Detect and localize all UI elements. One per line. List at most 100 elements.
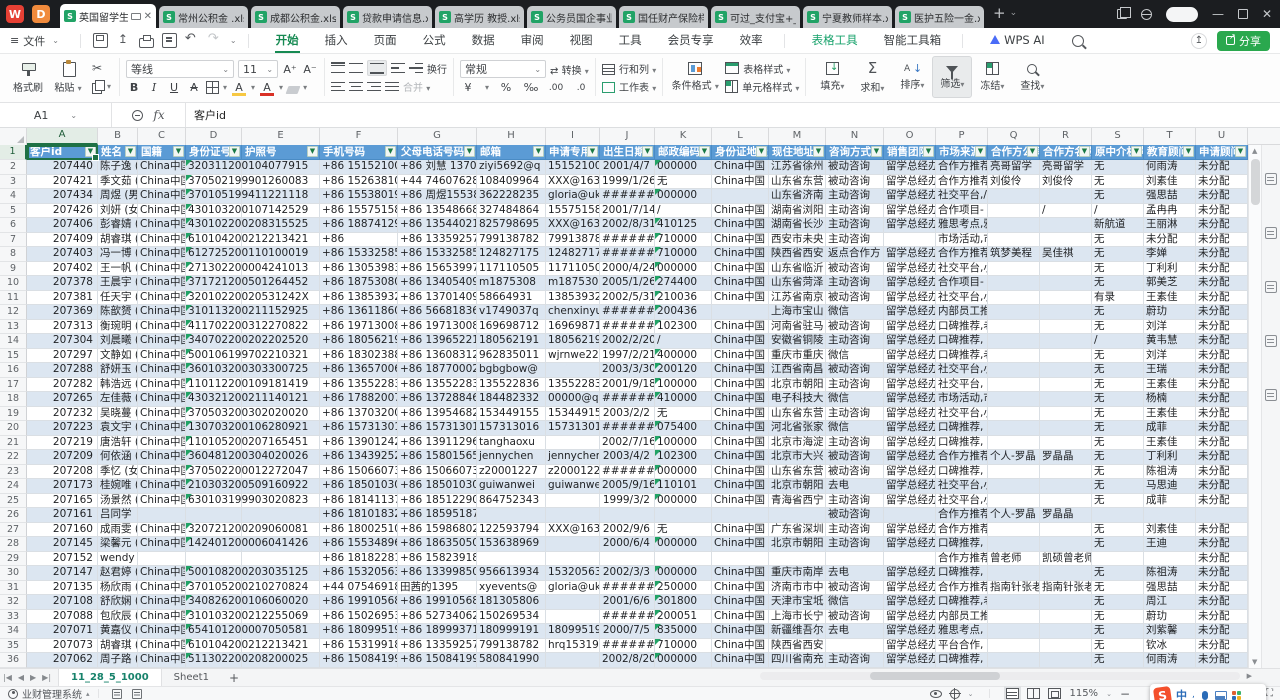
cell-U19[interactable]: 未分配 (1196, 407, 1248, 422)
cell-H9[interactable]: 117110505 (477, 262, 546, 277)
cell-M6[interactable]: 湖南省长沙 (769, 218, 826, 233)
file-tab-1[interactable]: S常州公积金 .xlsx (159, 6, 248, 28)
cell-U17[interactable]: 未分配 (1196, 378, 1248, 393)
cell-A24[interactable]: 207173 (27, 479, 98, 494)
cell-K21[interactable]: 100000 (655, 436, 712, 451)
cell-H5[interactable]: 327484864 (477, 204, 546, 219)
cell-H10[interactable]: m1875308 (477, 276, 546, 291)
maximize-button[interactable] (1238, 9, 1248, 19)
cell-S8[interactable]: 无 (1092, 247, 1144, 262)
cell-A8[interactable]: 207403 (27, 247, 98, 262)
cell-I31[interactable]: gloria@uk (546, 581, 600, 596)
cell-R5[interactable]: / (1040, 204, 1092, 219)
cell-T11[interactable]: 王素佳 (1144, 291, 1196, 306)
cell-D32[interactable]: 340826200106060020 (186, 595, 242, 610)
cell-I20[interactable]: 157313016 (546, 421, 600, 436)
cell-M30[interactable]: 重庆市南岸 (769, 566, 826, 581)
cell-A15[interactable]: 207297 (27, 349, 98, 364)
cell-P5[interactable]: 合作项目- (936, 204, 988, 219)
align-left-icon[interactable] (331, 81, 345, 93)
cell-C2[interactable]: China中国 (138, 160, 186, 175)
cell-R20[interactable] (1040, 421, 1092, 436)
upload-cloud-icon[interactable]: ↥ (1191, 33, 1207, 49)
cell-K33[interactable]: 200051 (655, 610, 712, 625)
table-header-M[interactable]: 现住地址▼ (769, 145, 826, 160)
cell-O13[interactable]: 留学总经办 (884, 320, 936, 335)
cell-S35[interactable]: 无 (1092, 639, 1144, 654)
cell-C12[interactable]: China中国 (138, 305, 186, 320)
cell-R7[interactable] (1040, 233, 1092, 248)
table-header-H[interactable]: 邮箱▼ (477, 145, 546, 160)
cell-L16[interactable]: China中国 (712, 363, 769, 378)
cell-F30[interactable]: +86 15320563 (320, 566, 398, 581)
cell-R24[interactable] (1040, 479, 1092, 494)
search-icon[interactable] (1072, 35, 1084, 47)
cell-A25[interactable]: 207165 (27, 494, 98, 509)
justify-icon[interactable] (385, 81, 399, 93)
cell-B32[interactable]: 舒欣娴 (女 (98, 595, 138, 610)
cell-O7[interactable] (884, 233, 936, 248)
cell-J2[interactable]: 2001/4/7 (600, 160, 655, 175)
table-header-A[interactable]: 客户id▼ (27, 145, 98, 160)
cell-A30[interactable]: 207147 (27, 566, 98, 581)
print-icon[interactable] (139, 38, 154, 48)
cell-R33[interactable] (1040, 610, 1092, 625)
cell-S34[interactable]: 无 (1092, 624, 1144, 639)
cell-O17[interactable]: 留学总经办 (884, 378, 936, 393)
cell-H19[interactable]: 153449155 (477, 407, 546, 422)
cell-J24[interactable]: 2005/9/16 (600, 479, 655, 494)
cell-G26[interactable]: +86 1859518772 (398, 508, 477, 523)
cell-T7[interactable]: 未分配 (1144, 233, 1196, 248)
wrap-text-button[interactable]: 换行 (427, 61, 447, 76)
cell-A29[interactable]: 207152 (27, 552, 98, 567)
cell-Q2[interactable]: 亮哥留学 (988, 160, 1040, 175)
filter-dropdown-icon[interactable]: ▼ (1183, 146, 1194, 157)
column-header-U[interactable]: U (1196, 128, 1248, 145)
cell-G8[interactable]: +86 1533258500 (398, 247, 477, 262)
cell-S28[interactable]: 无 (1092, 537, 1144, 552)
cell-Q20[interactable] (988, 421, 1040, 436)
decrease-indent-icon[interactable] (391, 62, 405, 74)
cell-C28[interactable]: China中国 (138, 537, 186, 552)
cell-D2[interactable]: 320311200104077915 (186, 160, 242, 175)
cell-I12[interactable]: chenxinyur (546, 305, 600, 320)
cell-P7[interactable]: 市场活动,市 (936, 233, 988, 248)
cell-C19[interactable]: China中国 (138, 407, 186, 422)
cell-L2[interactable]: China中国 (712, 160, 769, 175)
cell-K18[interactable]: 410000 (655, 392, 712, 407)
cell-T17[interactable]: 王素佳 (1144, 378, 1196, 393)
cell-C14[interactable]: China中国 (138, 334, 186, 349)
cell-T22[interactable]: 丁利利 (1144, 450, 1196, 465)
cell-J14[interactable]: 2002/2/20 (600, 334, 655, 349)
cell-O5[interactable]: 留学总经办 (884, 204, 936, 219)
cell-Q28[interactable] (988, 537, 1040, 552)
filter-dropdown-icon[interactable]: ▼ (1027, 146, 1038, 157)
screen-share-icon[interactable] (131, 13, 141, 20)
cell-Q9[interactable] (988, 262, 1040, 277)
cell-N19[interactable]: 主动咨询 (826, 407, 884, 422)
cell-D33[interactable]: 310103200212255069 (186, 610, 242, 625)
cell-L35[interactable]: China中国 (712, 639, 769, 654)
cell-O30[interactable]: 留学总经办 (884, 566, 936, 581)
cell-S25[interactable]: 无 (1092, 494, 1144, 509)
row-number-2[interactable]: 2 (0, 160, 27, 175)
cell-C22[interactable]: China中国 (138, 450, 186, 465)
cell-U34[interactable]: 未分配 (1196, 624, 1248, 639)
column-header-I[interactable]: I (546, 128, 600, 145)
cell-T8[interactable]: 李婵 (1144, 247, 1196, 262)
cell-Q34[interactable] (988, 624, 1040, 639)
cell-M25[interactable]: 青海省西宁 (769, 494, 826, 509)
cell-F28[interactable]: +86 15534896 (320, 537, 398, 552)
cell-I5[interactable]: 155751588 (546, 204, 600, 219)
cell-M33[interactable]: 上海市长宁 (769, 610, 826, 625)
cell-U14[interactable]: 未分配 (1196, 334, 1248, 349)
normal-view-icon[interactable] (1006, 688, 1019, 699)
cell-K8[interactable]: 710000 (655, 247, 712, 262)
cell-O10[interactable]: 留学总经办 (884, 276, 936, 291)
cell-H24[interactable]: guiwanwei (477, 479, 546, 494)
system-caret-icon[interactable]: ▴ (86, 690, 90, 698)
cell-J4[interactable]: ######## (600, 189, 655, 204)
cell-O12[interactable]: 留学总经办 (884, 305, 936, 320)
cell-A19[interactable]: 207232 (27, 407, 98, 422)
cell-R9[interactable] (1040, 262, 1092, 277)
